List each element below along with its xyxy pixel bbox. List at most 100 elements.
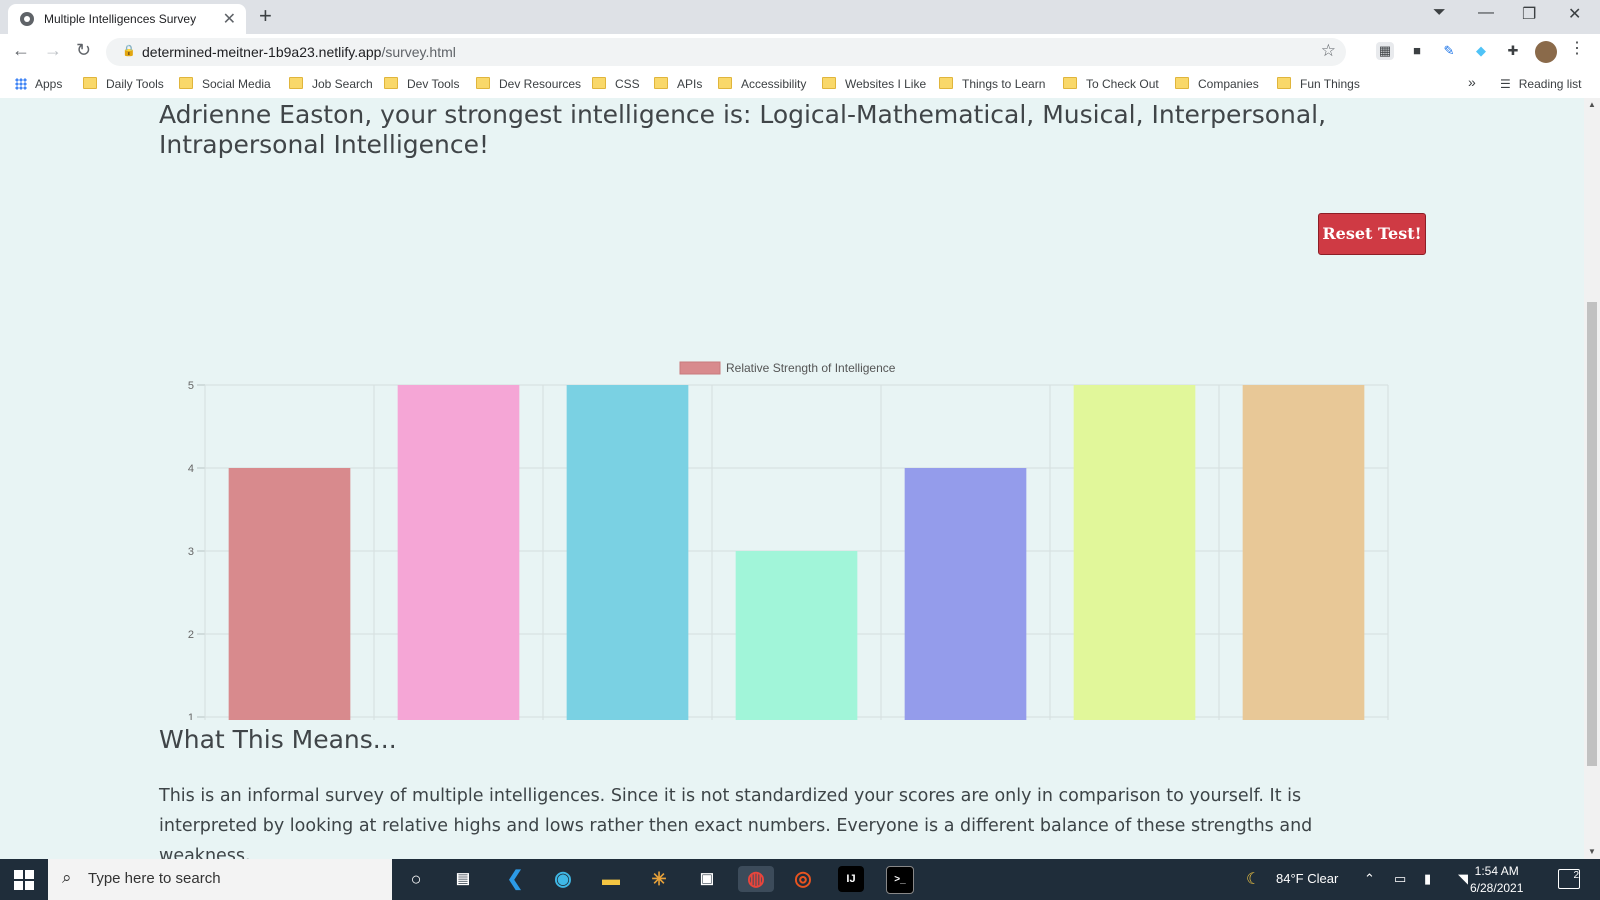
browser-tab-bar: Multiple Intelligences Survey ✕ + ⏷ — ❐ … [0, 0, 1600, 34]
extension-icon[interactable]: ▦ [1376, 42, 1394, 60]
extension-icon[interactable]: ✎ [1440, 42, 1458, 60]
folder-icon [654, 77, 668, 89]
windows-taskbar: ⌕ Type here to search ○ ▤ ❮ ◉ ▬ ✳ ▣ ◍ ◎ … [0, 859, 1600, 900]
battery-icon[interactable]: ▮ [1424, 871, 1431, 887]
puzzle-icon[interactable]: ✚ [1504, 42, 1522, 60]
more-bookmarks-icon[interactable]: » [1468, 74, 1476, 90]
clock-date: 6/28/2021 [1470, 881, 1524, 895]
y-tick-label: 3 [188, 546, 194, 558]
meet-now-icon[interactable]: ▭ [1394, 871, 1406, 887]
section-heading: What This Means... [159, 725, 397, 754]
bookmark-star-icon[interactable]: ☆ [1321, 41, 1336, 61]
windows-start-icon[interactable] [14, 870, 34, 890]
reading-list-icon: ☰ [1500, 77, 1511, 91]
reload-icon[interactable]: ↻ [76, 40, 91, 61]
clock[interactable]: 1:54 AM 6/28/2021 [1470, 863, 1523, 897]
bookmark-item[interactable]: Websites I Like [822, 77, 926, 91]
search-placeholder: Type here to search [88, 870, 221, 887]
restore-icon[interactable]: ❐ [1522, 4, 1536, 24]
browser-tab[interactable]: Multiple Intelligences Survey ✕ [8, 4, 246, 34]
bookmark-item[interactable]: CSS [592, 77, 640, 91]
bookmark-item[interactable]: Dev Resources [476, 77, 581, 91]
explanation-paragraph: This is an informal survey of multiple i… [159, 786, 1313, 859]
store-icon[interactable]: ▣ [694, 866, 720, 892]
intelligence-bar-chart: 012345Verbal-LinguisticLogical-Mathemati… [188, 361, 1389, 720]
bookmark-item[interactable]: Accessibility [718, 77, 806, 91]
bookmark-item[interactable]: Job Search [289, 77, 373, 91]
reading-list[interactable]: ☰ Reading list [1500, 77, 1581, 91]
bookmark-item[interactable]: To Check Out [1063, 77, 1159, 91]
legend-swatch[interactable] [679, 361, 721, 375]
scroll-down-icon[interactable]: ▼ [1588, 847, 1596, 856]
bar[interactable] [228, 468, 351, 720]
bookmark-item[interactable]: Companies [1175, 77, 1259, 91]
taskbar-search[interactable]: ⌕ Type here to search [48, 859, 392, 900]
tab-search-icon[interactable]: ⏷ [1433, 4, 1446, 22]
wifi-icon[interactable]: ◥ [1458, 871, 1468, 887]
bar[interactable] [397, 385, 520, 720]
bar[interactable] [1073, 385, 1196, 720]
clock-time: 1:54 AM [1474, 864, 1519, 878]
cortana-icon[interactable]: ○ [403, 866, 429, 892]
bookmark-item[interactable]: APIs [654, 77, 702, 91]
forward-icon[interactable]: → [44, 40, 62, 61]
terminal-icon[interactable]: >_ [886, 866, 914, 894]
ubuntu-icon[interactable]: ◎ [790, 866, 816, 892]
bar[interactable] [904, 468, 1027, 720]
vscode-icon[interactable]: ❮ [502, 866, 528, 892]
y-tick-label: 5 [188, 380, 194, 392]
intellij-icon[interactable]: IJ [838, 866, 864, 892]
notification-center-icon[interactable]: 2 [1558, 869, 1580, 889]
legend-label: Relative Strength of Intelligence [726, 361, 896, 375]
folder-icon [476, 77, 490, 89]
folder-icon [1277, 77, 1291, 89]
bar[interactable] [566, 385, 689, 720]
folder-icon [179, 77, 193, 89]
chevron-up-icon[interactable]: ⌃ [1364, 871, 1375, 887]
task-view-icon[interactable]: ▤ [450, 866, 476, 892]
bookmark-item[interactable]: Social Media [179, 77, 271, 91]
bookmark-apps[interactable]: Apps [15, 77, 62, 91]
tab-title: Multiple Intelligences Survey [44, 12, 197, 26]
weather-text[interactable]: 84°F Clear [1276, 871, 1338, 886]
close-tab-icon[interactable]: ✕ [223, 9, 236, 29]
edge-icon[interactable]: ◉ [550, 866, 576, 892]
folder-icon [822, 77, 836, 89]
notification-count: 2 [1573, 870, 1579, 881]
moon-icon: ☾ [1246, 871, 1261, 888]
window-close-icon[interactable]: ✕ [1568, 4, 1581, 24]
page-scrollbar[interactable]: ▲ ▼ [1584, 98, 1600, 859]
menu-kebab-icon[interactable]: ⋮ [1568, 40, 1586, 58]
file-explorer-icon[interactable]: ▬ [598, 866, 624, 892]
page-title: Adrienne Easton, your strongest intellig… [159, 100, 1327, 159]
lock-icon: 🔒 [122, 45, 136, 57]
bookmark-item[interactable]: Fun Things [1277, 77, 1360, 91]
scroll-thumb[interactable] [1587, 302, 1597, 766]
slack-icon[interactable]: ✳ [646, 866, 672, 892]
bookmark-item[interactable]: Daily Tools [83, 77, 164, 91]
folder-icon [384, 77, 398, 89]
extension-icon[interactable]: ◆ [1472, 42, 1490, 60]
minimize-icon[interactable]: — [1478, 4, 1494, 22]
bookmarks-bar: Apps Daily Tools Social Media Job Search… [0, 70, 1600, 99]
globe-icon [20, 12, 34, 26]
search-icon: ⌕ [62, 868, 72, 887]
bar[interactable] [1242, 385, 1365, 720]
page-content: Adrienne Easton, your strongest intellig… [0, 98, 1584, 859]
folder-icon [83, 77, 97, 89]
avatar[interactable] [1535, 41, 1557, 63]
extension-icon[interactable]: ■ [1408, 42, 1426, 60]
bookmark-item[interactable]: Things to Learn [939, 77, 1045, 91]
address-bar[interactable]: 🔒 determined-meitner-1b9a23.netlify.app/… [106, 38, 1346, 66]
bar[interactable] [735, 551, 858, 720]
folder-icon [289, 77, 303, 89]
y-tick-label: 1 [188, 712, 194, 720]
chrome-icon[interactable]: ◍ [738, 866, 774, 892]
scroll-up-icon[interactable]: ▲ [1588, 100, 1596, 109]
reset-test-button[interactable]: Reset Test! [1318, 213, 1426, 255]
bookmark-item[interactable]: Dev Tools [384, 77, 459, 91]
new-tab-icon[interactable]: + [259, 3, 272, 29]
y-tick-label: 4 [188, 463, 194, 475]
back-icon[interactable]: ← [12, 40, 30, 61]
folder-icon [1063, 77, 1077, 89]
